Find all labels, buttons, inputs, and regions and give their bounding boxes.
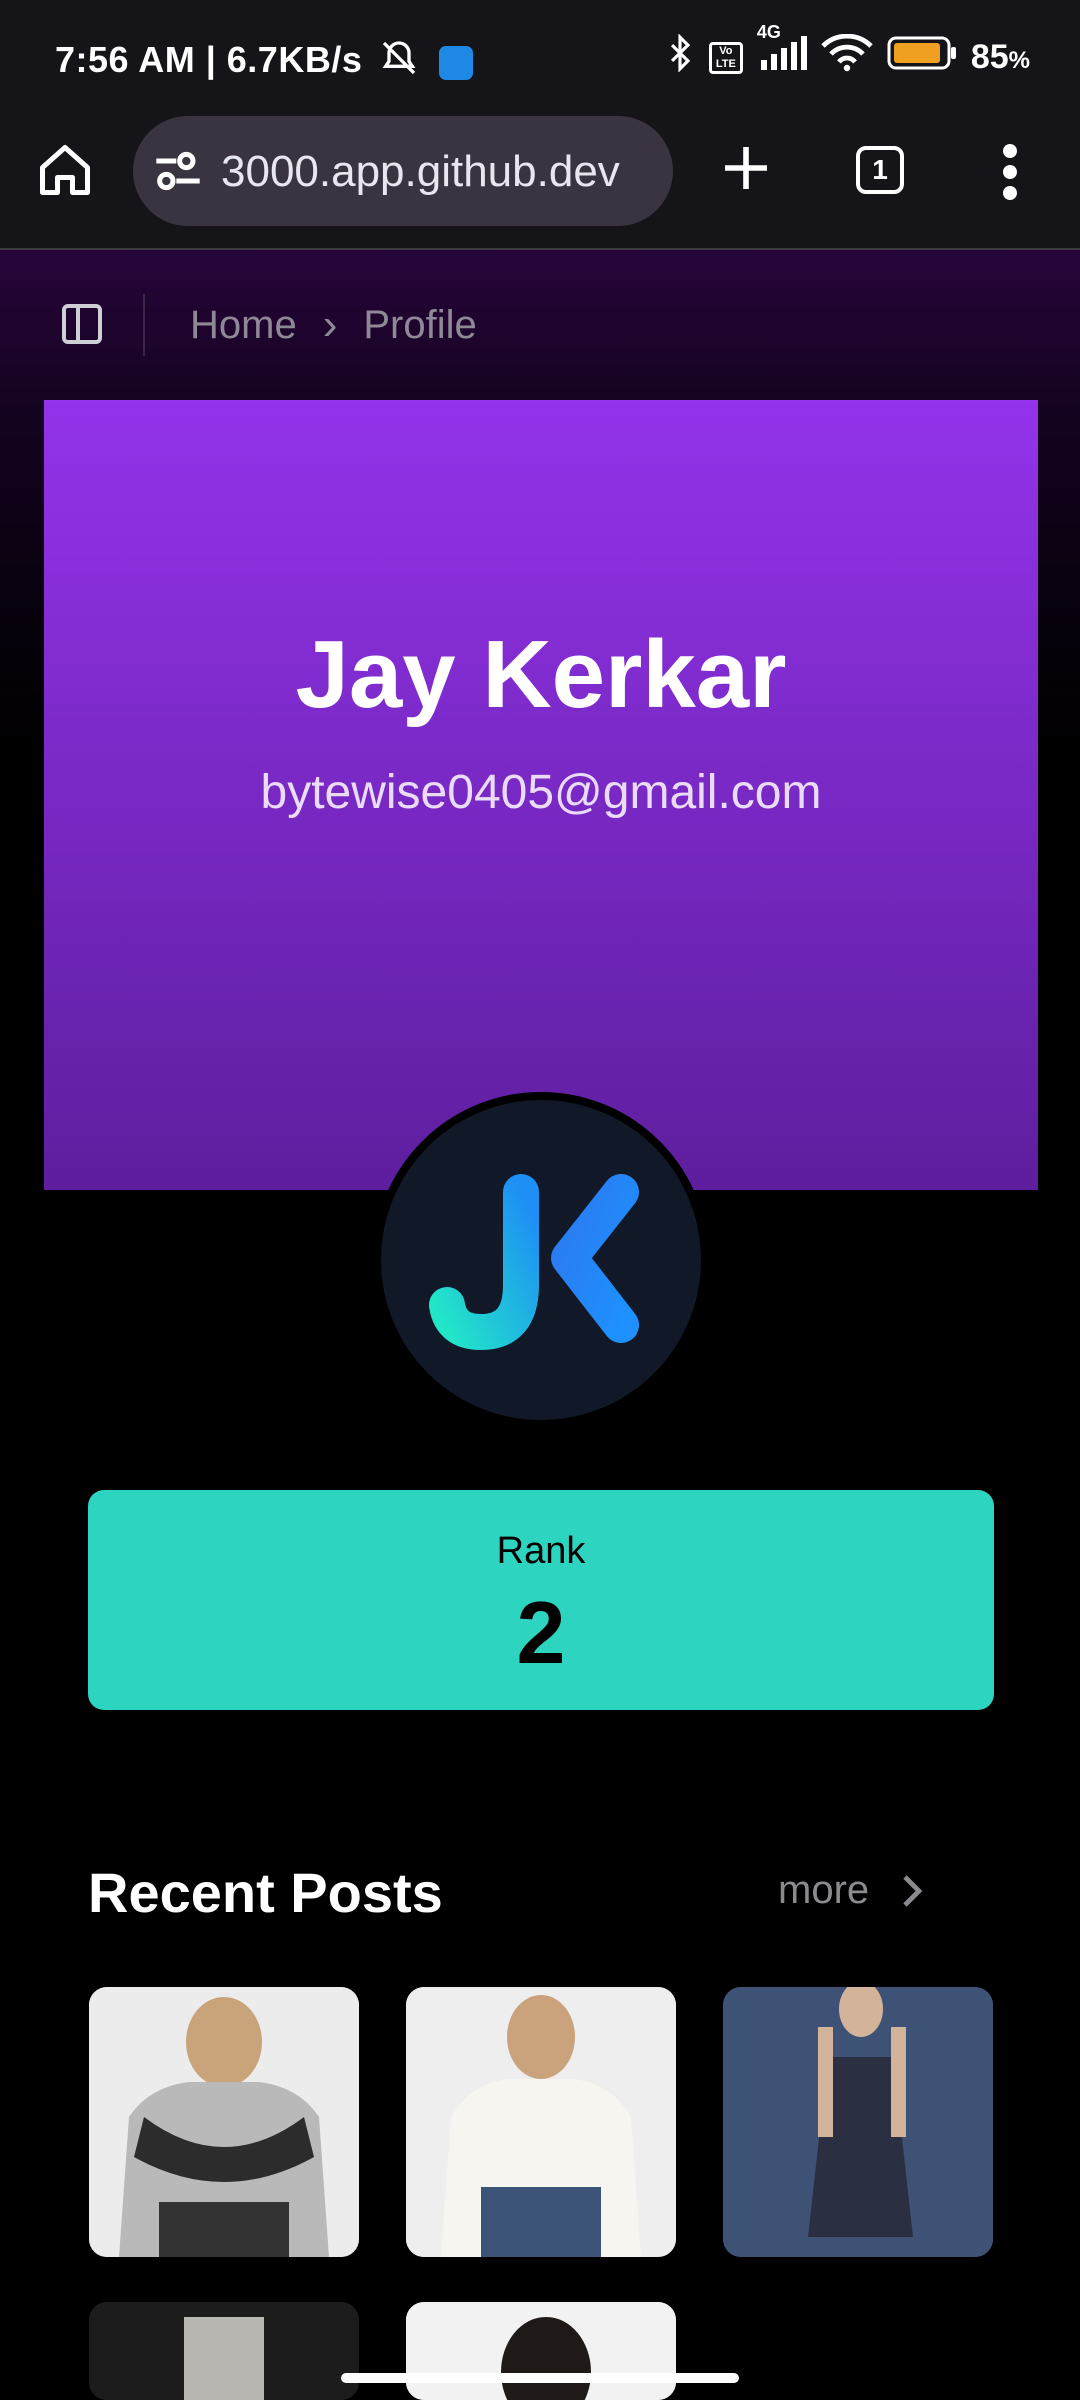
new-tab-button[interactable] xyxy=(718,140,774,196)
avatar xyxy=(373,1092,709,1428)
chevron-right-icon: › xyxy=(322,300,338,349)
home-button[interactable] xyxy=(35,140,95,200)
plus-icon xyxy=(725,147,767,189)
profile-hero: Jay Kerkar bytewise0405@gmail.com xyxy=(44,400,1038,1190)
bluetooth-icon xyxy=(665,33,695,81)
app-notification-icon xyxy=(439,45,474,80)
avatar-logo xyxy=(429,1174,639,1351)
status-left: 7:56 AM | 6.7KB/s xyxy=(55,38,474,87)
chevron-right-icon xyxy=(903,1874,923,1907)
more-link[interactable]: more xyxy=(778,1868,923,1913)
top-nav: Home › Profile xyxy=(0,250,1080,400)
bell-muted-icon xyxy=(379,38,419,87)
breadcrumb: Home › Profile xyxy=(190,300,477,350)
recent-posts-title: Recent Posts xyxy=(88,1861,443,1924)
rank-value: 2 xyxy=(516,1583,566,1682)
rank-card: Rank 2 xyxy=(88,1490,994,1710)
rank-label: Rank xyxy=(496,1530,586,1572)
browser-toolbar: 3000.app.github.dev 1 xyxy=(0,110,1080,250)
battery-icon xyxy=(887,36,957,79)
wifi-icon xyxy=(821,33,873,81)
network-type-label: 4G xyxy=(756,22,781,42)
home-icon xyxy=(40,145,90,195)
browser-menu-button[interactable] xyxy=(1000,144,1020,200)
post-thumbnail[interactable] xyxy=(406,1987,676,2257)
home-indicator[interactable] xyxy=(341,2373,739,2383)
nav-divider xyxy=(143,294,145,356)
breadcrumb-home[interactable]: Home xyxy=(190,303,297,348)
status-time-speed: 7:56 AM | 6.7KB/s xyxy=(55,39,363,81)
site-settings-icon[interactable] xyxy=(153,149,203,193)
battery-percent: 85% xyxy=(970,38,1030,76)
url-text: 3000.app.github.dev xyxy=(221,147,620,196)
volte-icon: Vo LTE xyxy=(708,41,743,74)
post-thumbnail[interactable] xyxy=(406,2302,676,2400)
post-thumbnail[interactable] xyxy=(723,1987,993,2257)
profile-page: Home › Profile Jay Kerkar bytewise0405@g… xyxy=(0,250,1080,2400)
sidebar-toggle-icon[interactable] xyxy=(62,304,102,344)
breadcrumb-current: Profile xyxy=(363,302,477,347)
profile-name: Jay Kerkar xyxy=(295,621,787,728)
profile-email: bytewise0405@gmail.com xyxy=(260,766,822,819)
status-bar: 7:56 AM | 6.7KB/s Vo LTE 4G 85% xyxy=(0,0,1080,110)
more-label: more xyxy=(778,1868,870,1912)
more-vertical-icon xyxy=(1003,144,1017,200)
address-bar[interactable]: 3000.app.github.dev xyxy=(133,116,673,226)
post-thumbnail[interactable] xyxy=(89,2302,359,2400)
tab-switcher-button[interactable]: 1 xyxy=(856,146,904,194)
cellular-signal-icon: 4G xyxy=(757,22,807,79)
status-right: Vo LTE 4G 85% xyxy=(665,22,1030,81)
post-thumbnail[interactable] xyxy=(89,1987,359,2257)
